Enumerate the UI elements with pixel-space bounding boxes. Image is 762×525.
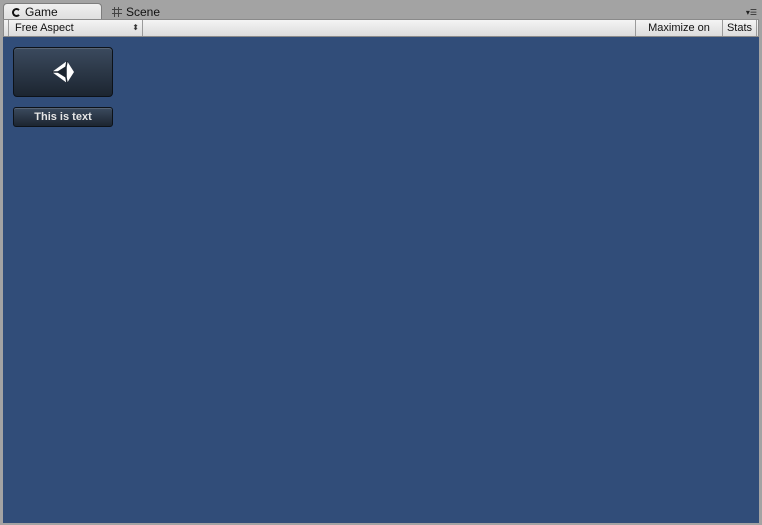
dropdown-arrows-icon: ⬍ — [132, 23, 139, 32]
aspect-dropdown[interactable]: Free Aspect ⬍ — [8, 20, 143, 36]
tab-game-label: Game — [25, 5, 58, 19]
text-button[interactable]: This is text — [13, 107, 113, 127]
game-icon — [12, 7, 21, 17]
game-view-viewport[interactable]: This is text — [3, 37, 759, 523]
maximize-on-play-button[interactable]: Maximize on Play — [635, 20, 722, 50]
unity-logo-icon — [52, 60, 74, 84]
panel-menu-icon[interactable]: ▾☰ — [743, 9, 757, 19]
unity-editor-window: Game Scene ▾☰ Free Aspect ⬍ Maximize on … — [0, 0, 762, 525]
aspect-dropdown-value: Free Aspect — [15, 22, 74, 34]
game-toolbar: Free Aspect ⬍ Maximize on Play Stats — [3, 19, 759, 50]
tab-strip: Game Scene ▾☰ — [0, 0, 762, 20]
tab-game[interactable]: Game — [3, 3, 102, 20]
logo-button[interactable] — [13, 47, 113, 97]
tab-scene-label: Scene — [126, 4, 161, 19]
tab-scene[interactable]: Scene — [108, 3, 178, 20]
grid-icon — [112, 6, 122, 17]
stats-button[interactable]: Stats — [722, 20, 757, 36]
